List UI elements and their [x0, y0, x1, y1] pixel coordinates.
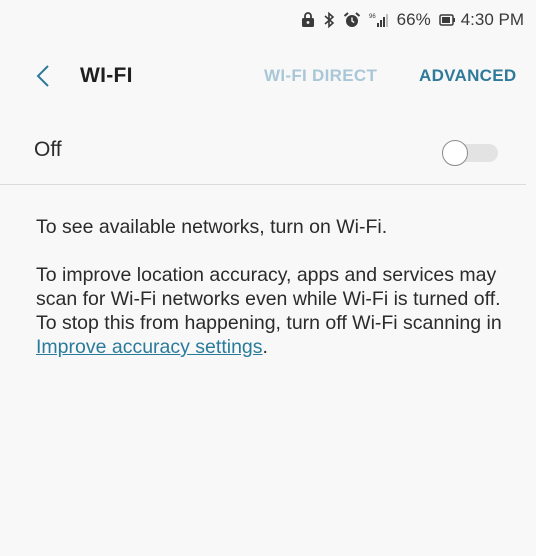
info-paragraph-2-text: To improve location accuracy, apps and s…: [36, 264, 502, 334]
toggle-knob: [442, 140, 468, 166]
bluetooth-icon: [323, 11, 335, 29]
chevron-left-icon: [36, 65, 49, 87]
info-text: To see available networks, turn on Wi-Fi…: [36, 215, 506, 359]
svg-text:96: 96: [369, 14, 376, 20]
tab-wifi-direct[interactable]: WI-FI DIRECT: [264, 66, 377, 86]
status-bar: 96 66% 4:30 PM: [0, 0, 536, 40]
wifi-toggle-label: Off: [34, 138, 62, 161]
improve-accuracy-settings-link[interactable]: Improve accuracy settings: [36, 336, 263, 358]
signal-icon: 96: [369, 12, 389, 28]
wifi-toggle-switch[interactable]: [442, 140, 500, 166]
info-paragraph-2: To improve location accuracy, apps and s…: [36, 263, 506, 359]
lock-icon: [301, 12, 315, 28]
info-line-1: To see available networks, turn on Wi-Fi…: [36, 216, 388, 238]
battery-percent: 66%: [396, 10, 431, 29]
back-button[interactable]: [28, 60, 58, 92]
app-header: WI-FI WI-FI DIRECT ADVANCED: [0, 54, 536, 98]
page-title: WI-FI: [80, 64, 133, 87]
status-time: 4:30 PM: [460, 10, 524, 29]
battery-icon: [438, 13, 455, 27]
divider: [0, 184, 526, 185]
info-trailing-period: .: [262, 336, 268, 358]
alarm-icon: [343, 11, 361, 29]
wifi-toggle-row[interactable]: Off: [0, 122, 536, 184]
tab-advanced[interactable]: ADVANCED: [419, 66, 516, 86]
